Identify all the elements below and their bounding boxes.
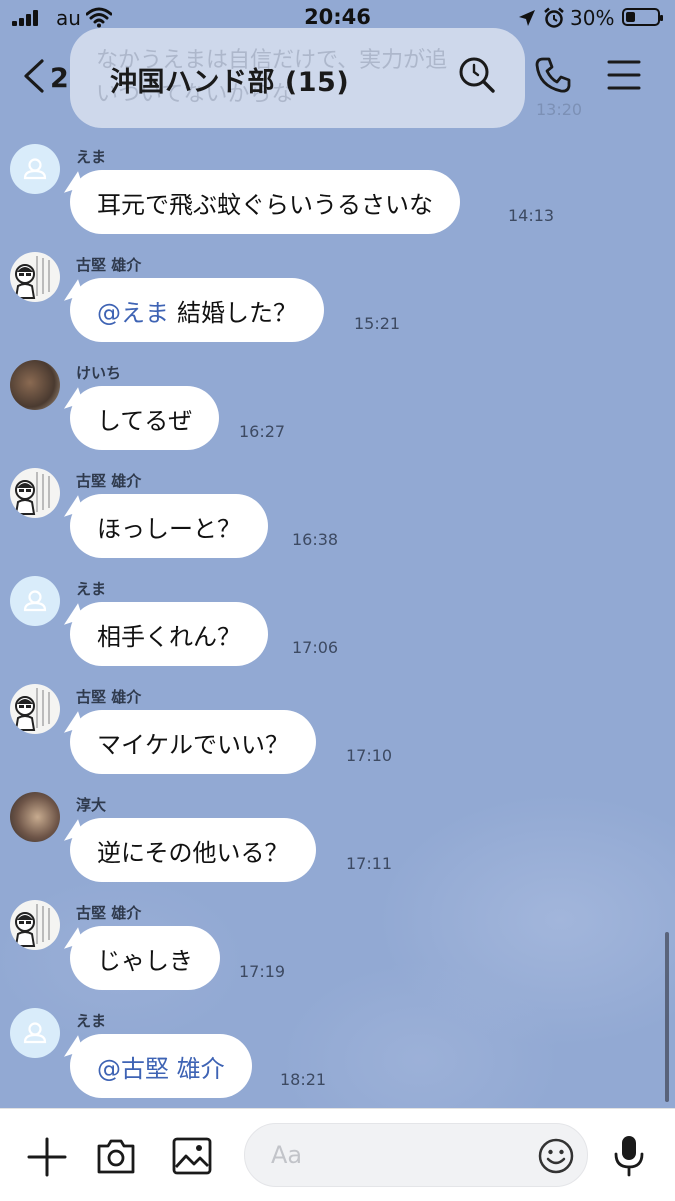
message-bubble[interactable]: 逆にその他いる？ — [70, 818, 316, 882]
message-bubble[interactable]: じゃしき — [70, 926, 220, 990]
person-icon — [23, 590, 47, 612]
message-text: 逆にその他いる？ — [97, 838, 289, 867]
message-text: 耳元で飛ぶ蚊ぐらいうるさいな — [97, 190, 433, 219]
mention-link[interactable]: @古堅 雄介 — [97, 1049, 225, 1084]
message-item: 古堅 雄介 じゃしき 17:19 — [0, 900, 675, 1000]
message-item: 淳大 逆にその他いる？ 17:11 — [0, 792, 675, 892]
message-time: 17:10 — [346, 746, 393, 765]
message-time: 17:11 — [346, 854, 393, 873]
avatar[interactable] — [10, 144, 60, 194]
input-bar — [0, 1108, 675, 1201]
message-input[interactable] — [244, 1123, 588, 1187]
avatar[interactable] — [10, 252, 60, 302]
message-item: えま 耳元で飛ぶ蚊ぐらいうるさいな 14:13 — [0, 144, 675, 244]
message-text: じゃしき — [97, 946, 193, 975]
menu-icon[interactable] — [606, 58, 642, 96]
mention-link[interactable]: @えま — [97, 293, 169, 328]
message-time: 18:21 — [280, 1070, 327, 1089]
avatar[interactable] — [10, 1008, 60, 1058]
message-bubble[interactable]: @えま 結婚した？ — [70, 278, 324, 342]
avatar[interactable] — [10, 792, 60, 842]
message-time: 15:21 — [354, 314, 401, 333]
message-bubble[interactable]: マイケルでいい？ — [70, 710, 316, 774]
camera-icon[interactable] — [96, 1137, 136, 1179]
search-icon[interactable] — [458, 56, 496, 98]
avatar[interactable] — [10, 684, 60, 734]
battery-icon — [622, 8, 663, 26]
manga-avatar-icon — [14, 688, 50, 731]
avatar[interactable] — [10, 900, 60, 950]
sender-name: けいち — [76, 364, 122, 382]
sender-name: えま — [76, 580, 107, 598]
message-bubble[interactable]: @古堅 雄介 — [70, 1034, 252, 1098]
person-icon — [23, 1022, 47, 1044]
message-time: 16:27 — [239, 422, 286, 441]
alarm-icon — [543, 7, 565, 33]
status-bar: au 20:46 30% — [0, 0, 675, 36]
unread-count: 2 — [50, 62, 69, 94]
sender-name: 古堅 雄介 — [76, 256, 142, 274]
battery-percent: 30% — [570, 6, 615, 30]
message-bubble[interactable]: ほっしーと？ — [70, 494, 268, 558]
image-icon[interactable] — [172, 1137, 212, 1179]
message-time: 14:13 — [508, 206, 555, 225]
message-bubble[interactable]: してるぜ — [70, 386, 220, 450]
room-title: 沖国ハンド部 (15) — [110, 67, 350, 98]
manga-avatar-icon — [14, 904, 50, 947]
phone-icon[interactable] — [534, 56, 572, 98]
message-item: えま 相手くれん？ 17:06 — [0, 576, 675, 676]
message-text: してるぜ — [97, 406, 193, 435]
avatar[interactable] — [10, 576, 60, 626]
message-bubble[interactable]: 耳元で飛ぶ蚊ぐらいうるさいな — [70, 170, 460, 234]
manga-avatar-icon — [14, 472, 50, 515]
message-item: 古堅 雄介 @えま 結婚した？ 15:21 — [0, 252, 675, 352]
message-time: 17:06 — [292, 638, 339, 657]
message-item: けいち してるぜ 16:27 — [0, 360, 675, 460]
sender-name: えま — [76, 148, 107, 166]
message-item: 古堅 雄介 ほっしーと？ 16:38 — [0, 468, 675, 568]
chat-header: 2 沖国ハンド部 (15) — [0, 40, 675, 114]
avatar[interactable] — [10, 468, 60, 518]
person-icon — [23, 158, 47, 180]
message-text: ほっしーと？ — [97, 514, 241, 543]
message-time: 16:38 — [292, 530, 339, 549]
message-item: 古堅 雄介 マイケルでいい？ 17:10 — [0, 684, 675, 784]
location-icon — [518, 9, 536, 31]
emoji-icon[interactable] — [538, 1138, 574, 1178]
sender-name: えま — [76, 1012, 107, 1030]
battery-level — [626, 12, 635, 22]
chevron-left-icon — [20, 58, 46, 98]
mic-icon[interactable] — [612, 1134, 646, 1182]
message-item: えま @古堅 雄介 18:21 — [0, 1008, 675, 1108]
scrollbar[interactable] — [665, 932, 669, 1102]
sender-name: 古堅 雄介 — [76, 472, 142, 490]
message-text: マイケルでいい？ — [97, 730, 289, 759]
sender-name: 淳大 — [76, 796, 107, 814]
avatar[interactable] — [10, 360, 60, 410]
plus-icon[interactable] — [27, 1137, 67, 1181]
message-text: 結婚した？ — [177, 298, 297, 327]
sender-name: 古堅 雄介 — [76, 904, 142, 922]
message-text: 相手くれん？ — [97, 622, 241, 651]
message-time: 17:19 — [239, 962, 286, 981]
sender-name: 古堅 雄介 — [76, 688, 142, 706]
back-button[interactable]: 2 — [20, 58, 69, 98]
message-bubble[interactable]: 相手くれん？ — [70, 602, 268, 666]
manga-avatar-icon — [14, 256, 50, 299]
